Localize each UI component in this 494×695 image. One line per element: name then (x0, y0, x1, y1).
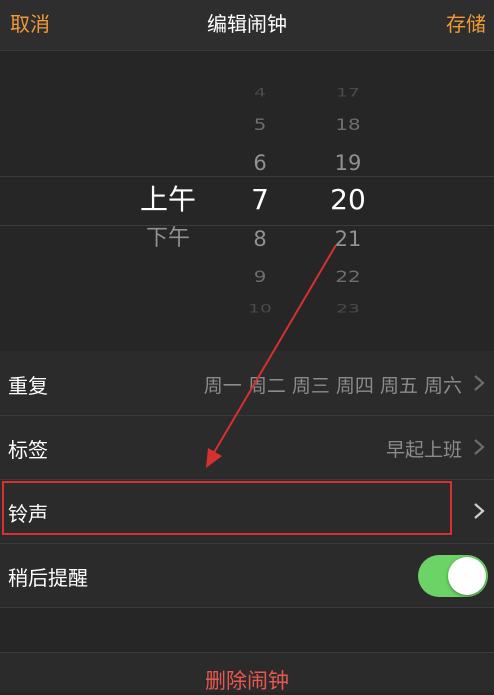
tag-value: 早起上班 (385, 439, 462, 461)
hour-option[interactable]: 10 (220, 303, 300, 315)
snooze-label: 稍后提醒 (8, 566, 88, 590)
minute-option[interactable]: 23 (308, 303, 388, 315)
toggle-knob (448, 557, 486, 595)
minute-option[interactable]: 22 (308, 269, 388, 285)
period-option[interactable]: 下午 (128, 228, 208, 250)
minute-option[interactable]: 21 (308, 228, 388, 250)
page-title: 编辑闹钟 (207, 12, 287, 36)
navigation-bar: 取消 编辑闹钟 存储 (0, 0, 494, 51)
picker-selection-bottom-line (0, 225, 494, 226)
alarm-settings-list: 重复 周一 周二 周三 周四 周五 周六 标签 早起上班 铃声 稍后提醒 (0, 351, 494, 608)
ringtone-highlight-box (2, 481, 452, 535)
snooze-toggle[interactable] (418, 555, 488, 597)
hour-option[interactable]: 7 (220, 185, 300, 214)
repeat-value: 周一 周二 周三 周四 周五 周六 (203, 375, 462, 397)
hour-option[interactable]: 4 (220, 87, 300, 99)
repeat-row[interactable]: 重复 周一 周二 周三 周四 周五 周六 (0, 351, 494, 416)
picker-selection-top-line (0, 176, 494, 177)
minute-option[interactable]: 18 (308, 117, 388, 133)
minute-option[interactable]: 20 (308, 185, 388, 214)
tag-label: 标签 (8, 438, 48, 462)
time-picker[interactable]: 上午下午 4 5 6 7 8 9 10 17 18 19 20 21 22 23 (0, 51, 494, 351)
save-button[interactable]: 存储 (446, 8, 486, 37)
snooze-row: 稍后提醒 (0, 543, 494, 608)
chevron-right-icon (474, 439, 485, 455)
chevron-right-icon (474, 503, 485, 519)
repeat-label: 重复 (8, 374, 48, 398)
hour-option[interactable]: 6 (220, 152, 300, 174)
minute-option[interactable]: 17 (308, 87, 388, 99)
delete-alarm-row[interactable]: 删除闹钟 (0, 652, 494, 693)
chevron-right-icon (474, 375, 485, 391)
hour-option[interactable]: 8 (220, 228, 300, 250)
minute-option[interactable]: 19 (308, 152, 388, 174)
hour-option[interactable]: 5 (220, 117, 300, 133)
hour-option[interactable]: 9 (220, 269, 300, 285)
period-option[interactable]: 上午 (128, 185, 208, 214)
tag-row[interactable]: 标签 早起上班 (0, 415, 494, 480)
